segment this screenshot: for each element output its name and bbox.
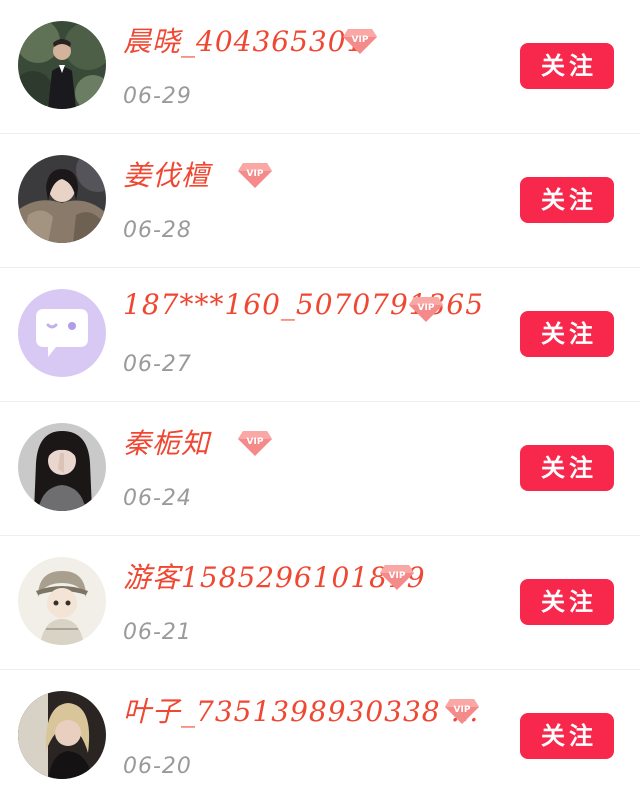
avatar[interactable] (18, 155, 106, 243)
svg-text:VIP: VIP (352, 35, 369, 45)
follow-list: 晨晓_404365301 VIP 06-29 关注 姜伐檀 VIP 06-28 … (0, 0, 640, 797)
list-item[interactable]: 叶子_7351398930338 … VIP 06-20 关注 (0, 670, 640, 797)
svg-text:VIP: VIP (247, 437, 264, 447)
vip-badge-icon: VIP (408, 294, 444, 324)
avatar[interactable] (18, 691, 106, 779)
follow-button[interactable]: 关注 (520, 177, 614, 223)
follow-button[interactable]: 关注 (520, 713, 614, 759)
vip-badge-icon: VIP (237, 160, 273, 190)
username[interactable]: 姜伐檀 (123, 154, 210, 194)
avatar[interactable] (18, 557, 106, 645)
list-item[interactable]: 187***160_5070791365 VIP 06-27 关注 (0, 268, 640, 402)
svg-text:VIP: VIP (454, 705, 471, 715)
list-item[interactable]: 游客1585296101819 VIP 06-21 关注 (0, 536, 640, 670)
follow-date: 06-21 (123, 620, 192, 645)
follow-button[interactable]: 关注 (520, 43, 614, 89)
list-item[interactable]: 晨晓_404365301 VIP 06-29 关注 (0, 0, 640, 134)
follow-date: 06-20 (123, 754, 192, 779)
follow-date: 06-24 (123, 486, 192, 511)
username[interactable]: 秦栀知 (123, 422, 210, 462)
vip-badge-icon: VIP (237, 428, 273, 458)
avatar[interactable] (18, 289, 106, 377)
vip-badge-icon: VIP (379, 562, 415, 592)
list-item[interactable]: 姜伐檀 VIP 06-28 关注 (0, 134, 640, 268)
follow-button[interactable]: 关注 (520, 579, 614, 625)
svg-text:VIP: VIP (247, 169, 264, 179)
svg-text:VIP: VIP (389, 571, 406, 581)
avatar[interactable] (18, 423, 106, 511)
vip-badge-icon: VIP (444, 696, 480, 726)
username[interactable]: 叶子_7351398930338 … (123, 690, 480, 730)
list-item[interactable]: 秦栀知 VIP 06-24 关注 (0, 402, 640, 536)
vip-badge-icon: VIP (342, 26, 378, 56)
avatar[interactable] (18, 21, 106, 109)
svg-text:VIP: VIP (418, 303, 435, 313)
follow-date: 06-28 (123, 218, 192, 243)
username[interactable]: 晨晓_404365301 (123, 20, 365, 60)
follow-button[interactable]: 关注 (520, 311, 614, 357)
follow-button[interactable]: 关注 (520, 445, 614, 491)
follow-date: 06-29 (123, 84, 192, 109)
follow-date: 06-27 (123, 352, 192, 377)
